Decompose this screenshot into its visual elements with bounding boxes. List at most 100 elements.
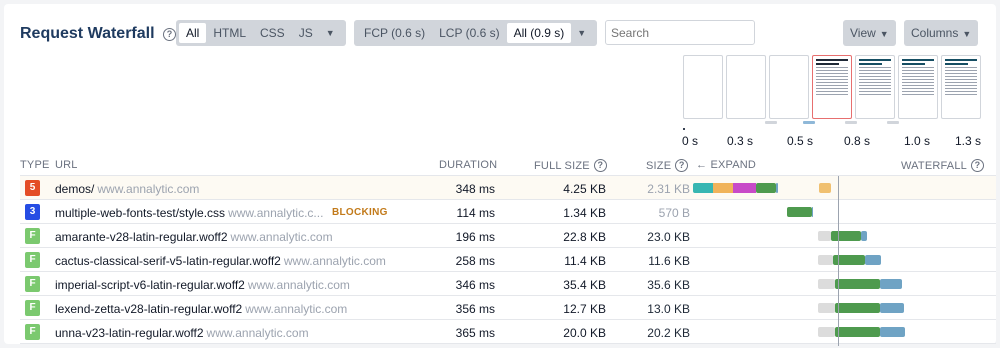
request-full-size: 12.7 KB [563, 302, 606, 316]
column-full-size-label: FULL SIZE [534, 160, 590, 172]
view-button[interactable]: View ▼ [843, 20, 896, 46]
request-url[interactable]: unna-v23-latin-regular.woff2 www.annalyti… [55, 326, 309, 340]
waterfall-download [835, 327, 880, 337]
request-host: www.annalytic.com [283, 254, 386, 268]
request-file: imperial-script-v6-latin-regular.woff2 [55, 278, 245, 292]
timeline-marker [765, 121, 777, 124]
filmstrip-frame-rendered[interactable] [941, 55, 981, 119]
request-size: 13.0 KB [647, 302, 690, 316]
filmstrip-frame[interactable] [726, 55, 766, 119]
waterfall-content [880, 327, 905, 337]
table-row[interactable]: F unna-v23-latin-regular.woff2 www.annaly… [20, 320, 996, 344]
request-duration: 346 ms [455, 278, 495, 292]
columns-label: Columns [911, 26, 959, 40]
html5-icon: 5 [25, 180, 40, 196]
filter-fcp[interactable]: FCP (0.6 s) [357, 23, 432, 43]
timeline-tick: 0 s [682, 134, 699, 148]
request-url[interactable]: demos/www.annalytic.com [55, 182, 199, 196]
request-file: cactus-classical-serif-v5-latin-regular.… [55, 254, 281, 268]
filter-css[interactable]: CSS [253, 23, 292, 43]
help-icon[interactable]: ? [675, 159, 689, 172]
font-icon: F [25, 228, 40, 244]
timeline-marker [845, 121, 857, 124]
filmstrip-frame-rendered[interactable] [812, 55, 852, 119]
filmstrip-frame-rendered[interactable] [898, 55, 938, 119]
request-file: unna-v23-latin-regular.woff2 [55, 326, 204, 340]
panel-title-text: Request Waterfall [20, 25, 155, 42]
request-full-size: 35.4 KB [563, 278, 606, 292]
waterfall-download [787, 207, 812, 217]
view-label: View [850, 26, 876, 40]
waterfall-content [880, 303, 904, 313]
waterfall-content [865, 255, 881, 265]
column-full-size[interactable]: FULL SIZE? [534, 159, 607, 172]
table-row[interactable]: F cactus-classical-serif-v5-latin-regula… [20, 248, 996, 272]
filter-html[interactable]: HTML [206, 23, 253, 43]
request-duration: 258 ms [455, 254, 495, 268]
filmstrip-frame[interactable] [683, 55, 723, 119]
columns-button[interactable]: Columns ▼ [904, 20, 979, 46]
chevron-down-icon: ▼ [962, 29, 972, 39]
waterfall-ttfb [818, 327, 835, 337]
table-row[interactable]: 3 multiple-web-fonts-test/style.css www.a… [20, 200, 996, 224]
table-row[interactable]: F amarante-v28-latin-regular.woff2 www.an… [20, 224, 996, 248]
timeline-tick: 1.0 s [904, 134, 931, 148]
help-icon[interactable]: ? [593, 159, 607, 172]
lcp-marker-line [838, 176, 839, 346]
request-duration: 365 ms [455, 326, 495, 340]
chevron-down-icon[interactable]: ▼ [320, 28, 343, 38]
request-url[interactable]: amarante-v28-latin-regular.woff2 www.anna… [55, 230, 333, 244]
filmstrip-frame-rendered[interactable] [855, 55, 895, 119]
timeline-marker [803, 121, 815, 124]
column-url[interactable]: URL [55, 159, 78, 171]
help-icon[interactable]: ? [163, 28, 176, 41]
request-duration: 356 ms [455, 302, 495, 316]
request-url[interactable]: lexend-zetta-v28-latin-regular.woff2 www.… [55, 302, 347, 316]
request-size: 23.0 KB [647, 230, 690, 244]
waterfall-event [819, 183, 831, 193]
table-row[interactable]: F imperial-script-v6-latin-regular.woff2… [20, 272, 996, 296]
request-waterfall-panel: Request Waterfall ? All HTML CSS JS ▼ FC… [4, 4, 996, 346]
font-icon: F [25, 324, 40, 340]
filmstrip-frame[interactable] [769, 55, 809, 119]
request-host: www.annalytic.c... [228, 206, 324, 220]
request-size: 570 B [658, 206, 690, 220]
column-waterfall-label: WATERFALL [901, 160, 967, 172]
timing-filter: FCP (0.6 s) LCP (0.6 s) All (0.9 s) ▼ [354, 20, 598, 46]
waterfall-download [835, 279, 880, 289]
column-waterfall[interactable]: WATERFALL? [901, 159, 984, 172]
search-input[interactable] [605, 20, 755, 45]
request-url[interactable]: imperial-script-v6-latin-regular.woff2 ww… [55, 278, 350, 292]
filter-js[interactable]: JS [292, 23, 320, 43]
table-row[interactable]: F lexend-zetta-v28-latin-regular.woff2 ww… [20, 296, 996, 320]
request-url[interactable]: multiple-web-fonts-test/style.css www.ann… [55, 206, 323, 220]
waterfall-ttfb [818, 303, 835, 313]
filter-all-timing[interactable]: All (0.9 s) [506, 23, 572, 43]
css3-icon: 3 [25, 204, 40, 220]
request-host: www.annalytic.com [97, 182, 200, 196]
column-size[interactable]: SIZE? [646, 159, 689, 172]
expand-button[interactable]: ← EXPAND [696, 159, 756, 171]
column-size-label: SIZE [646, 160, 672, 172]
timeline-tick: 0.3 s [727, 134, 754, 148]
type-filter: All HTML CSS JS ▼ [176, 20, 346, 46]
request-full-size: 11.4 KB [564, 254, 606, 268]
table-row[interactable]: 5 demos/www.annalytic.com 348 ms 4.25 KB… [20, 176, 996, 200]
request-size: 11.6 KB [648, 254, 690, 268]
waterfall-content [776, 183, 778, 193]
timeline-tick: 0.5 s [787, 134, 814, 148]
filter-all[interactable]: All [179, 23, 207, 43]
waterfall-download [835, 303, 880, 313]
timeline-origin [683, 128, 685, 130]
request-url[interactable]: cactus-classical-serif-v5-latin-regular.… [55, 254, 386, 268]
timeline-marker [887, 121, 899, 124]
request-full-size: 4.25 KB [563, 182, 606, 196]
chevron-down-icon[interactable]: ▼ [571, 28, 594, 38]
filter-lcp[interactable]: LCP (0.6 s) [432, 23, 506, 43]
waterfall-connect [713, 183, 733, 193]
waterfall-ssl [733, 183, 756, 193]
column-duration[interactable]: DURATION [439, 159, 497, 171]
column-type[interactable]: TYPE [20, 159, 50, 171]
help-icon[interactable]: ? [970, 159, 984, 172]
request-full-size: 1.34 KB [563, 206, 606, 220]
